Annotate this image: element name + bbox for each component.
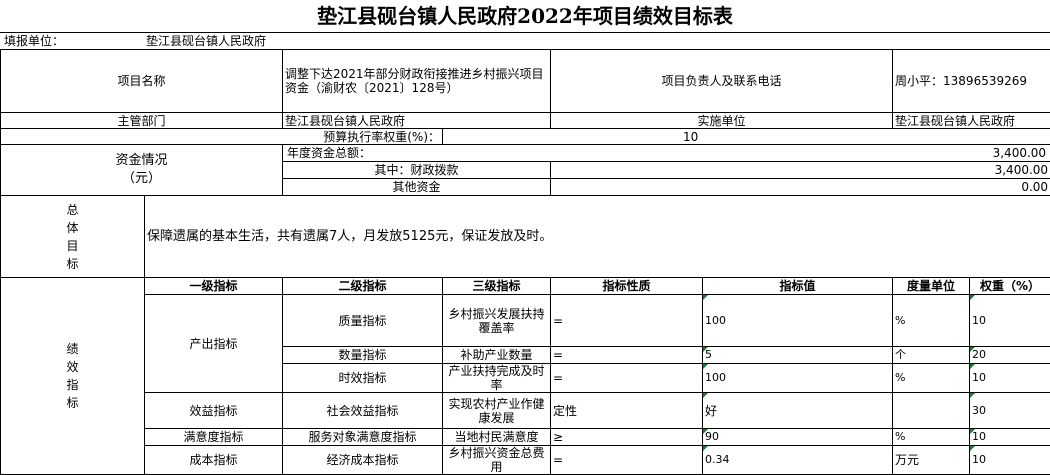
funds-total-row: 年度资金总额： 3,400.00 — [283, 145, 1050, 162]
nature-cell: = — [551, 295, 703, 347]
level1-satisfaction: 满意度指标 — [145, 429, 283, 446]
level2-cell: 社会效益指标 — [283, 393, 443, 429]
value-cell: 5 — [703, 347, 893, 364]
project-name-value: 调整下达2021年部分财政衔接推进乡村振兴项目资金（渝财农〔2021〕128号） — [283, 50, 551, 113]
dept-label: 主管部门 — [1, 113, 283, 129]
budget-weight-label: 预算执行率权重(%)： — [1, 129, 443, 145]
reporting-unit-value: 垫江县砚台镇人民政府 — [146, 33, 266, 49]
impl-unit-label: 实施单位 — [551, 113, 893, 129]
table-row: 效益指标 社会效益指标 实现农村产业作健康发展 定性 好 30 — [1, 393, 1050, 429]
page-title: 垫江县砚台镇人民政府2022年项目绩效目标表 — [0, 0, 1050, 32]
header-level1: 一级指标 — [145, 278, 283, 295]
level3-cell: 补助产业数量 — [443, 347, 551, 364]
value-cell: 100 — [703, 364, 893, 393]
budget-weight-value: 10 — [443, 129, 1050, 145]
level2-cell: 服务对象满意度指标 — [283, 429, 443, 446]
weight-cell: 10 — [970, 429, 1050, 446]
unit-cell: % — [893, 429, 970, 446]
header-weight: 权重（%） — [970, 278, 1050, 295]
nature-cell: ≥ — [551, 429, 703, 446]
table-row: 成本指标 经济成本指标 乡村振兴资金总费用 = 0.34 万元 10 — [1, 446, 1050, 475]
unit-cell: 个 — [893, 347, 970, 364]
level3-cell: 乡村振兴资金总费用 — [443, 446, 551, 475]
unit-cell: % — [893, 295, 970, 347]
weight-cell: 20 — [970, 347, 1050, 364]
header-level3: 三级指标 — [443, 278, 551, 295]
level1-benefit: 效益指标 — [145, 393, 283, 429]
project-contact-label: 项目负责人及联系电话 — [551, 50, 893, 113]
project-name-label: 项目名称 — [1, 50, 283, 113]
funds-total-label: 年度资金总额： — [287, 146, 371, 160]
level1-cost: 成本指标 — [145, 446, 283, 475]
table-row: 满意度指标 服务对象满意度指标 当地村民满意度 ≥ 90 % 10 — [1, 429, 1050, 446]
unit-cell — [893, 393, 970, 429]
funds-fiscal-value: 3,400.00 — [551, 162, 1050, 179]
performance-table: 项目名称 调整下达2021年部分财政衔接推进乡村振兴项目资金（渝财农〔2021〕… — [0, 49, 1050, 475]
overall-goal-text: 保障遗属的基本生活，共有遗属7人，月发放5125元，保证发放及时。 — [145, 196, 1050, 278]
reporting-unit-label: 填报单位： — [4, 33, 64, 49]
weight-cell: 10 — [970, 364, 1050, 393]
nature-cell: = — [551, 347, 703, 364]
weight-cell: 30 — [970, 393, 1050, 429]
weight-cell: 10 — [970, 295, 1050, 347]
value-cell: 100 — [703, 295, 893, 347]
level2-cell: 时效指标 — [283, 364, 443, 393]
level3-cell: 乡村振兴发展扶持覆盖率 — [443, 295, 551, 347]
unit-cell: % — [893, 364, 970, 393]
value-cell: 好 — [703, 393, 893, 429]
perf-indicator-label: 绩 效 指 标 — [1, 278, 145, 475]
funds-other-label: 其他资金 — [283, 179, 551, 196]
header-value: 指标值 — [703, 278, 893, 295]
value-cell: 90 — [703, 429, 893, 446]
funds-label: 资金情况 （元） — [1, 145, 283, 196]
level3-cell: 产业扶持完成及时率 — [443, 364, 551, 393]
level3-cell: 实现农村产业作健康发展 — [443, 393, 551, 429]
level2-cell: 质量指标 — [283, 295, 443, 347]
header-nature: 指标性质 — [551, 278, 703, 295]
table-row: 产出指标 质量指标 乡村振兴发展扶持覆盖率 = 100 % 10 — [1, 295, 1050, 347]
overall-goal-label: 总 体 目 标 — [1, 196, 145, 278]
header-level2: 二级指标 — [283, 278, 443, 295]
level3-cell: 当地村民满意度 — [443, 429, 551, 446]
level2-cell: 数量指标 — [283, 347, 443, 364]
funds-other-value: 0.00 — [551, 179, 1050, 196]
funds-fiscal-label: 其中：财政拨款 — [283, 162, 551, 179]
value-cell: 0.34 — [703, 446, 893, 475]
header-unit: 度量单位 — [893, 278, 970, 295]
unit-cell: 万元 — [893, 446, 970, 475]
level1-output: 产出指标 — [145, 295, 283, 393]
weight-cell: 10 — [970, 446, 1050, 475]
nature-cell: = — [551, 364, 703, 393]
impl-unit-value: 垫江县砚台镇人民政府 — [893, 113, 1050, 129]
nature-cell: = — [551, 446, 703, 475]
project-contact-value: 周小平：13896539269 — [893, 50, 1050, 113]
nature-cell: 定性 — [551, 393, 703, 429]
funds-total-value: 3,400.00 — [993, 146, 1046, 160]
reporting-unit-row: 填报单位： 垫江县砚台镇人民政府 — [0, 32, 1050, 50]
dept-value: 垫江县砚台镇人民政府 — [283, 113, 551, 129]
level2-cell: 经济成本指标 — [283, 446, 443, 475]
